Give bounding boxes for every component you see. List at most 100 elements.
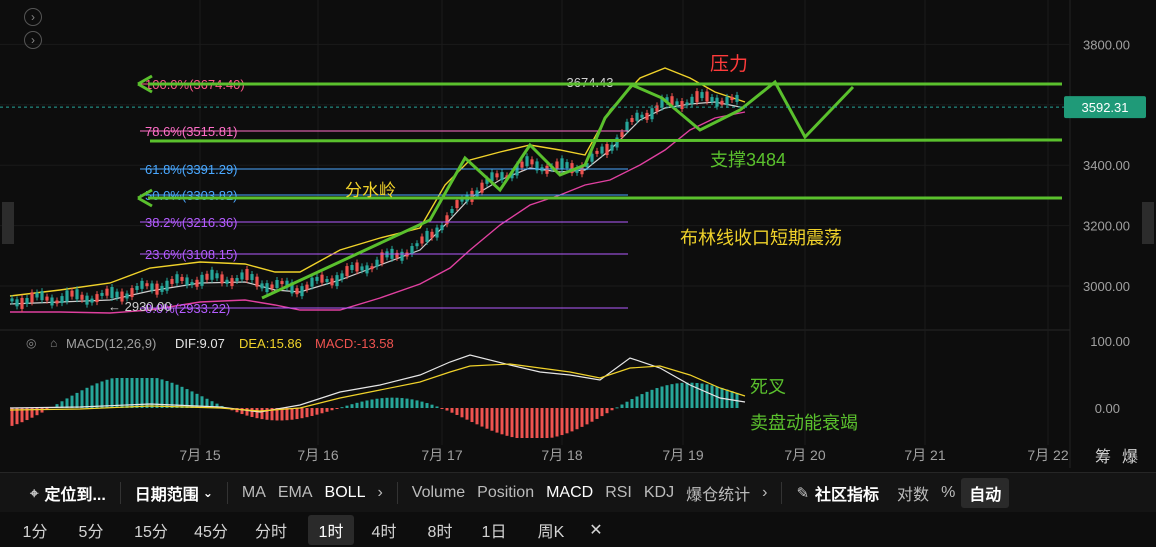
candle-body bbox=[330, 278, 334, 286]
chevron-down-icon: ⌄ bbox=[202, 486, 213, 500]
candle-body bbox=[160, 285, 164, 292]
indicator-ema[interactable]: EMA bbox=[272, 473, 319, 513]
macd-histogram-bar bbox=[535, 408, 539, 438]
chevron-right-icon[interactable]: › bbox=[371, 473, 388, 513]
macd-histogram-bar bbox=[440, 408, 444, 409]
candle-body bbox=[45, 296, 49, 301]
tf-1d[interactable]: 1日 bbox=[474, 515, 514, 545]
indicator-ma[interactable]: MA bbox=[236, 473, 272, 513]
candle-body bbox=[600, 146, 604, 154]
price-chart[interactable]: 100.0%(3674.40)78.6%(3515.81)61.8%(3391.… bbox=[0, 0, 1156, 472]
burst-label: 爆 bbox=[1122, 447, 1138, 466]
candle-body bbox=[220, 274, 224, 284]
macd-histogram-bar bbox=[590, 408, 594, 422]
candle-body bbox=[440, 225, 444, 231]
candle-body bbox=[225, 279, 229, 284]
indicator-boll[interactable]: BOLL bbox=[319, 473, 372, 513]
macd-histogram-bar bbox=[120, 378, 124, 408]
time-tick-label: 7月 20 bbox=[784, 447, 825, 463]
macd-histogram-bar bbox=[460, 408, 464, 418]
macd-histogram-bar bbox=[265, 408, 269, 420]
fib-level-label: 38.2%(3216.36) bbox=[145, 215, 238, 230]
candle-body bbox=[200, 274, 204, 286]
indicator-liquidation[interactable]: 爆仓统计 bbox=[680, 473, 756, 513]
candle-body bbox=[500, 172, 504, 181]
locate-button[interactable]: ⌖ 定位到... bbox=[24, 473, 112, 513]
tf-45m[interactable]: 45分 bbox=[192, 515, 230, 545]
candle-body bbox=[70, 290, 74, 297]
date-range-dropdown[interactable]: 日期范围 ⌄ bbox=[129, 473, 219, 513]
tf-timeshare[interactable]: 分时 bbox=[252, 515, 290, 545]
indicator-position[interactable]: Position bbox=[471, 473, 540, 513]
macd-histogram-bar bbox=[385, 397, 389, 408]
close-icon[interactable]: ✕ bbox=[584, 515, 608, 545]
macd-histogram-bar bbox=[570, 408, 574, 432]
macd-histogram-bar bbox=[140, 378, 144, 408]
candle-body bbox=[145, 283, 149, 287]
macd-histogram-bar bbox=[285, 408, 289, 421]
candle-body bbox=[350, 265, 354, 271]
expand-icon[interactable]: › bbox=[24, 31, 42, 49]
collapse-icon[interactable]: › bbox=[24, 8, 42, 26]
candle-body bbox=[455, 200, 459, 209]
candle-body bbox=[185, 277, 189, 286]
candle-body bbox=[275, 279, 279, 288]
watershed-annotation: 分水岭 bbox=[345, 181, 396, 200]
log-scale-toggle[interactable]: 对数 bbox=[891, 473, 935, 513]
candle-body bbox=[560, 158, 564, 170]
candle-body bbox=[700, 92, 704, 99]
price-tick-label: 3400.00 bbox=[1083, 158, 1130, 173]
candle-body bbox=[55, 300, 59, 304]
chips-label: 筹 bbox=[1095, 448, 1111, 466]
macd-histogram-bar bbox=[410, 399, 414, 408]
tf-5m[interactable]: 5分 bbox=[76, 515, 106, 545]
tf-8h[interactable]: 8时 bbox=[420, 515, 460, 545]
candle-body bbox=[195, 279, 199, 287]
macd-histogram-bar bbox=[10, 408, 14, 426]
candle-body bbox=[40, 291, 44, 301]
indicator-kdj[interactable]: KDJ bbox=[638, 473, 680, 513]
percent-scale-toggle[interactable]: % bbox=[935, 473, 961, 513]
candle-body bbox=[180, 276, 184, 281]
indicator-rsi[interactable]: RSI bbox=[599, 473, 638, 513]
macd-histogram-bar bbox=[490, 408, 494, 431]
candle-body bbox=[530, 159, 534, 165]
auto-scale-toggle[interactable]: 自动 bbox=[961, 478, 1010, 508]
indicator-macd[interactable]: MACD bbox=[540, 473, 599, 513]
tf-1h[interactable]: 1时 bbox=[308, 514, 354, 545]
locate-label: 定位到... bbox=[44, 487, 106, 504]
indicator-volume[interactable]: Volume bbox=[406, 473, 471, 513]
candle-body bbox=[80, 294, 84, 300]
edit-icon: ✎ bbox=[796, 485, 810, 502]
candle-body bbox=[340, 273, 344, 280]
candle-body bbox=[435, 227, 439, 238]
tf-4h[interactable]: 4时 bbox=[364, 515, 404, 545]
candle-body bbox=[305, 284, 309, 290]
right-panel-toggle[interactable] bbox=[1142, 202, 1154, 244]
death-cross-annotation: 死叉 bbox=[750, 377, 786, 397]
left-panel-toggle[interactable] bbox=[2, 202, 14, 244]
tf-week[interactable]: 周K bbox=[530, 515, 572, 545]
macd-histogram-bar bbox=[515, 408, 519, 438]
community-indicators-button[interactable]: ✎ 社区指标 bbox=[790, 473, 885, 513]
time-tick-label: 7月 16 bbox=[297, 447, 338, 463]
macd-histogram-bar bbox=[580, 408, 584, 427]
macd-histogram-bar bbox=[80, 390, 84, 408]
candle-body bbox=[335, 275, 339, 287]
macd-histogram-bar bbox=[560, 408, 564, 436]
macd-histogram-bar bbox=[445, 408, 449, 411]
candle-body bbox=[65, 290, 69, 302]
macd-dif-value: DIF:9.07 bbox=[175, 336, 225, 351]
candle-body bbox=[135, 285, 139, 290]
chevron-right-icon[interactable]: › bbox=[756, 473, 773, 513]
tf-15m[interactable]: 15分 bbox=[132, 515, 170, 545]
candle-body bbox=[215, 273, 219, 279]
support-annotation: 支撑3484 bbox=[710, 150, 786, 170]
macd-histogram-bar bbox=[620, 404, 624, 408]
tf-1m[interactable]: 1分 bbox=[20, 515, 50, 545]
macd-histogram-bar bbox=[255, 408, 259, 419]
candle-body bbox=[110, 287, 114, 299]
candle-body bbox=[690, 96, 694, 104]
macd-histogram-bar bbox=[610, 408, 614, 411]
candle-body bbox=[115, 291, 119, 298]
